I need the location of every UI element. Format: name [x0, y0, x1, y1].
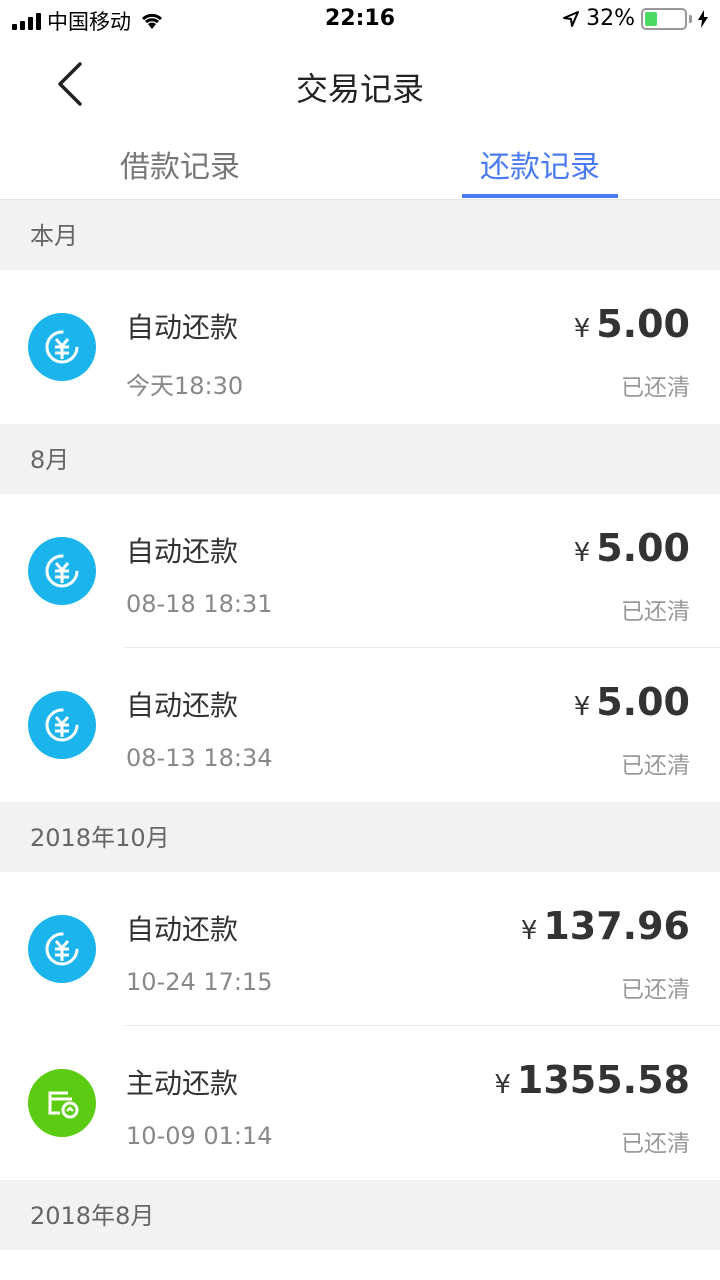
list-item[interactable]: 自动还款 08-13 18:34 ¥ 5.00 已还清: [0, 648, 720, 802]
nav-bar: 交易记录: [0, 40, 720, 128]
location-arrow-icon: [563, 10, 580, 27]
currency-symbol: ¥: [573, 314, 591, 344]
record-amount: ¥ 5.00: [574, 302, 690, 346]
record-date: 08-13 18:34: [126, 744, 273, 772]
record-amount: ¥ 137.96: [521, 904, 690, 948]
record-title: 自动还款: [126, 535, 239, 568]
currency-symbol: ¥: [573, 538, 591, 568]
amount-value: 5.00: [596, 680, 690, 724]
record-title: 自动还款: [126, 913, 239, 946]
record-date: 今天18:30: [126, 372, 244, 400]
section-header: 2018年8月: [0, 1180, 720, 1250]
record-date: 08-18 18:31: [126, 590, 273, 618]
list-item[interactable]: 自动还款 10-24 17:15 ¥ 137.96 已还清: [0, 872, 720, 1026]
tab-bar: 借款记录 还款记录: [0, 128, 720, 200]
amount-value: 1355.58: [516, 1058, 690, 1102]
list-item[interactable]: 自动还款 今天18:30 ¥ 5.00 已还清: [0, 270, 720, 424]
battery-icon: [641, 7, 687, 30]
record-title: 主动还款: [126, 1067, 239, 1100]
status-label: 已还清: [621, 599, 690, 625]
record-amount: ¥ 5.00: [574, 526, 690, 570]
amount-value: 137.96: [543, 904, 690, 948]
status-label: 已还清: [621, 977, 690, 1003]
yuan-refresh-icon: [28, 313, 96, 381]
amount-value: 5.00: [596, 526, 690, 570]
section-header: 8月: [0, 424, 720, 494]
status-label: 已还清: [621, 1131, 690, 1157]
record-date: 10-24 17:15: [126, 968, 273, 996]
record-amount: ¥ 5.00: [574, 680, 690, 724]
active-tab-indicator: [462, 194, 618, 198]
record-amount: ¥ 1355.58: [494, 1058, 690, 1102]
list-item[interactable]: 自动还款 08-18 18:31 ¥ 5.00 已还清: [0, 494, 720, 648]
tab-borrow-records[interactable]: 借款记录: [60, 142, 300, 186]
status-label: 已还清: [621, 375, 690, 401]
records-list: 本月 自动还款 今天18:30 ¥ 5.00 已还清 8月 自动还款 08-18…: [0, 200, 720, 1250]
battery-percent: 32%: [586, 6, 635, 31]
list-item[interactable]: 主动还款 10-09 01:14 ¥ 1355.58 已还清: [0, 1026, 720, 1180]
section-header: 2018年10月: [0, 802, 720, 872]
tab-repay-records[interactable]: 还款记录: [420, 142, 660, 186]
page-title: 交易记录: [295, 70, 424, 108]
currency-symbol: ¥: [520, 916, 538, 946]
record-title: 自动还款: [126, 689, 239, 722]
charging-bolt-icon: [698, 9, 708, 28]
currency-symbol: ¥: [494, 1070, 511, 1100]
yuan-refresh-icon: [28, 915, 96, 983]
status-label: 已还清: [621, 753, 690, 779]
status-bar: 中国移动 22:16 32%: [0, 0, 720, 40]
card-upload-icon: [28, 1069, 96, 1137]
amount-value: 5.00: [596, 302, 690, 346]
currency-symbol: ¥: [573, 692, 591, 722]
record-title: 自动还款: [126, 311, 239, 344]
yuan-refresh-icon: [28, 537, 96, 605]
yuan-refresh-icon: [28, 691, 96, 759]
record-date: 10-09 01:14: [126, 1122, 273, 1150]
section-header: 本月: [0, 200, 720, 270]
